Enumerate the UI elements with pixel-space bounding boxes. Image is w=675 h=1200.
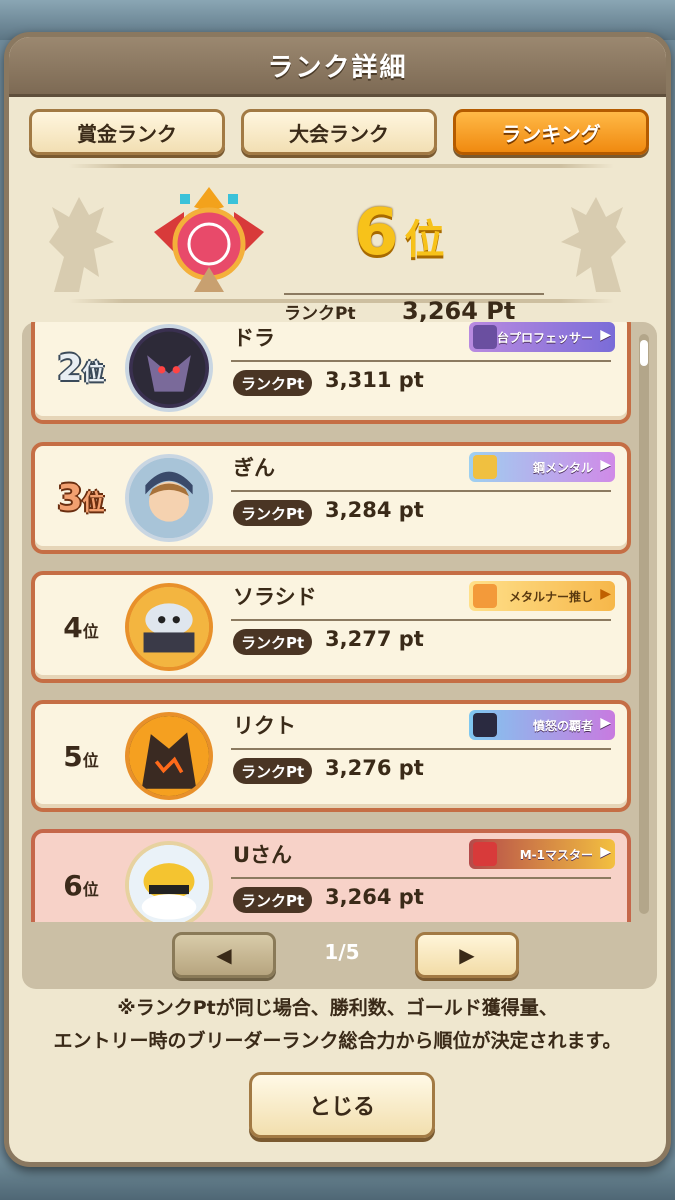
rank-number: 4位 bbox=[63, 610, 99, 644]
pagination: ◀ 1/5 ▶ bbox=[22, 932, 657, 982]
ranking-row[interactable]: 5位 リクト 憤怒の覇者 ▶ ランクPt 3,276 pt bbox=[31, 700, 631, 812]
rank-number: 6位 bbox=[63, 868, 99, 902]
lava-monster-icon bbox=[129, 716, 209, 796]
close-button[interactable]: とじる bbox=[249, 1072, 435, 1138]
ranking-row-self[interactable]: 6位 Uさん M-1マスター ▶ ランクPt 3,264 pt bbox=[31, 829, 631, 922]
title-badge[interactable]: 鋼メンタル ▶ bbox=[469, 452, 615, 482]
rank-pt-label: ランクPt bbox=[233, 500, 313, 526]
title-emblem-icon bbox=[473, 584, 497, 608]
name-divider bbox=[231, 619, 611, 621]
ranking-row[interactable]: 4位 ソラシド メタルナー推し ▶ ランクPt 3,277 pt bbox=[31, 571, 631, 683]
scrollbar-thumb[interactable] bbox=[640, 340, 648, 366]
rank-detail-dialog: ランク詳細 賞金ランク 大会ランク ランキング 6 位 ランクPt 3,264 … bbox=[4, 32, 671, 1167]
player-name: ドラ bbox=[233, 326, 275, 350]
rank-badge-silver: 2位 bbox=[57, 347, 105, 389]
name-divider bbox=[231, 748, 611, 750]
rank-pt-value: 3,277 pt bbox=[325, 627, 424, 651]
triangle-right-icon: ▶ bbox=[459, 943, 475, 967]
list-scrollbar[interactable] bbox=[639, 334, 649, 914]
rank-pt-label: ランクPt bbox=[233, 758, 313, 784]
chevron-right-icon: ▶ bbox=[600, 715, 611, 731]
my-rank-pt-value: 3,264 Pt bbox=[402, 297, 516, 325]
rank-cell: 3位 bbox=[35, 446, 127, 550]
player-name: Uさん bbox=[233, 843, 293, 867]
my-rank-pt-label: ランクPt bbox=[284, 303, 356, 324]
dialog-header: ランク詳細 bbox=[9, 37, 666, 97]
rank-cell: 2位 bbox=[35, 322, 127, 420]
dialog-title: ランク詳細 bbox=[267, 53, 408, 83]
ranking-note: ※ランクPtが同じ場合、勝利数、ゴールド獲得量、 エントリー時のブリーダーランク… bbox=[9, 992, 666, 1058]
rank-pt-value: 3,276 pt bbox=[325, 756, 424, 780]
next-page-button[interactable]: ▶ bbox=[415, 932, 519, 978]
ornament-divider-top bbox=[69, 164, 614, 168]
chevron-right-icon: ▶ bbox=[600, 457, 611, 473]
title-badge[interactable]: M-1マスター ▶ bbox=[469, 839, 615, 869]
tab-ranking[interactable]: ランキング bbox=[453, 109, 649, 155]
chevron-right-icon: ▶ bbox=[600, 327, 611, 343]
avatar[interactable] bbox=[125, 583, 213, 671]
title-emblem-icon bbox=[473, 455, 497, 479]
rank-pt-value: 3,311 pt bbox=[325, 368, 424, 392]
note-line-1: ※ランクPtが同じ場合、勝利数、ゴールド獲得量、 bbox=[117, 997, 558, 1019]
egg-monster-icon bbox=[129, 845, 209, 922]
name-divider bbox=[231, 490, 611, 492]
avatar[interactable] bbox=[125, 841, 213, 922]
my-rank-display: 6 位 bbox=[354, 195, 445, 265]
boy-avatar-icon bbox=[129, 458, 209, 538]
rank-number: 5位 bbox=[63, 739, 99, 773]
rank-pt-label: ランクPt bbox=[233, 887, 313, 913]
ranking-list-panel: 2位 ドラ 舞台プロフェッサー ▶ ランクPt 3,311 pt 3位 ぎん 鋼… bbox=[22, 322, 657, 989]
title-text: メタルナー推し bbox=[508, 589, 593, 604]
my-rank-suffix: 位 bbox=[404, 217, 445, 263]
title-emblem-icon bbox=[473, 713, 497, 737]
page-indicator: 1/5 bbox=[324, 940, 360, 964]
dragon-monster-icon bbox=[132, 331, 206, 405]
name-divider bbox=[231, 877, 611, 879]
robot-monster-icon bbox=[129, 587, 209, 667]
rank-pt-label: ランクPt bbox=[233, 370, 313, 396]
avatar[interactable] bbox=[125, 712, 213, 800]
note-line-2: エントリー時のブリーダーランク総合力から順位が決定されます。 bbox=[53, 1030, 622, 1052]
title-emblem-icon bbox=[473, 325, 497, 349]
triangle-left-icon: ◀ bbox=[216, 943, 232, 967]
rank-cell: 5位 bbox=[35, 704, 127, 808]
chevron-right-icon: ▶ bbox=[600, 586, 611, 602]
griffin-left-icon bbox=[49, 197, 114, 292]
tab-bar: 賞金ランク 大会ランク ランキング bbox=[29, 109, 649, 155]
rank-pt-value: 3,284 pt bbox=[325, 498, 424, 522]
title-text: 舞台プロフェッサー bbox=[484, 330, 593, 345]
rank-pt-value: 3,264 pt bbox=[325, 885, 424, 909]
title-text: M-1マスター bbox=[519, 847, 593, 862]
ranking-emblem-icon bbox=[154, 187, 264, 292]
chevron-right-icon: ▶ bbox=[600, 844, 611, 860]
player-name: ソラシド bbox=[233, 585, 317, 609]
ranking-row[interactable]: 3位 ぎん 鋼メンタル ▶ ランクPt 3,284 pt bbox=[31, 442, 631, 554]
my-rank-number: 6 bbox=[354, 196, 399, 270]
title-text: 鋼メンタル bbox=[532, 460, 593, 475]
title-emblem-icon bbox=[473, 842, 497, 866]
avatar[interactable] bbox=[125, 454, 213, 542]
title-text: 憤怒の覇者 bbox=[532, 718, 593, 733]
griffin-right-icon bbox=[561, 197, 626, 292]
title-badge[interactable]: メタルナー推し ▶ bbox=[469, 581, 615, 611]
rank-cell: 4位 bbox=[35, 575, 127, 679]
rank-pt-label: ランクPt bbox=[233, 629, 313, 655]
rank-badge-bronze: 3位 bbox=[57, 477, 105, 519]
tab-tournament-rank[interactable]: 大会ランク bbox=[241, 109, 437, 155]
title-badge[interactable]: 舞台プロフェッサー ▶ bbox=[469, 322, 615, 352]
name-divider bbox=[231, 360, 611, 362]
prev-page-button[interactable]: ◀ bbox=[172, 932, 276, 978]
ranking-row[interactable]: 2位 ドラ 舞台プロフェッサー ▶ ランクPt 3,311 pt bbox=[31, 322, 631, 424]
ranking-list[interactable]: 2位 ドラ 舞台プロフェッサー ▶ ランクPt 3,311 pt 3位 ぎん 鋼… bbox=[27, 322, 632, 922]
player-name: ぎん bbox=[233, 456, 275, 480]
rank-cell: 6位 bbox=[35, 833, 127, 922]
avatar[interactable] bbox=[125, 324, 213, 412]
player-name: リクト bbox=[233, 714, 296, 738]
title-badge[interactable]: 憤怒の覇者 ▶ bbox=[469, 710, 615, 740]
tab-prize-rank[interactable]: 賞金ランク bbox=[29, 109, 225, 155]
